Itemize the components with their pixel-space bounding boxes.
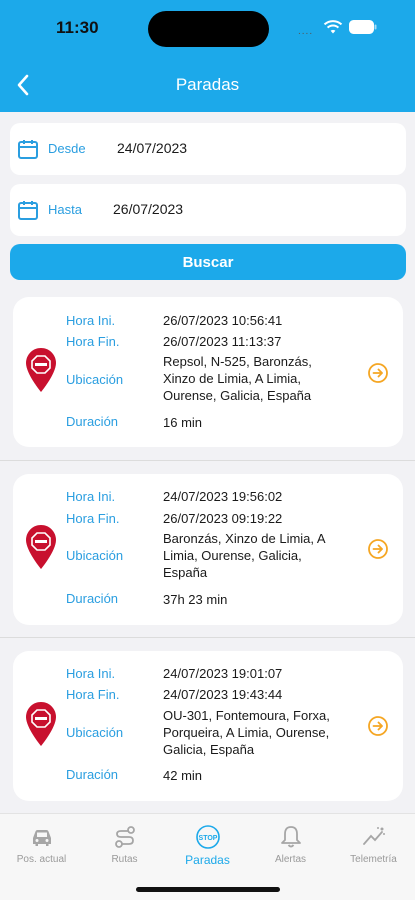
arrow-right-circle-icon[interactable] (367, 715, 389, 737)
tab-label: Rutas (111, 854, 138, 865)
duration-value: 42 min (163, 768, 203, 783)
duration-label: Duración (66, 414, 119, 429)
desde-value[interactable]: 24/07/2023 (117, 140, 187, 156)
end-time-label: Hora Fin. (66, 334, 120, 349)
start-time-value: 26/07/2023 10:56:41 (163, 313, 283, 328)
svg-text:STOP: STOP (199, 835, 218, 842)
start-time-label: Hora Ini. (66, 489, 116, 504)
end-time-value: 26/07/2023 09:19:22 (163, 511, 283, 526)
arrow-right-circle-icon[interactable] (367, 362, 389, 384)
location-label: Ubicación (66, 548, 124, 563)
tab-label: Alertas (274, 854, 307, 865)
hasta-value[interactable]: 26/07/2023 (113, 201, 183, 217)
tab-label: Paradas (185, 853, 230, 867)
route-icon (115, 826, 135, 848)
hasta-date-field[interactable]: Hasta 26/07/2023 (10, 184, 406, 236)
dynamic-island (148, 11, 269, 47)
duration-value: 37h 23 min (163, 592, 228, 607)
arrow-right-circle-icon[interactable] (367, 538, 389, 560)
end-time-value: 24/07/2023 19:43:44 (163, 687, 283, 702)
location-value: OU-301, Fontemoura, Forxa, Porqueira, A … (163, 708, 330, 757)
hasta-label: Hasta (48, 202, 82, 217)
duration-value: 16 min (163, 415, 203, 430)
tab-rutas[interactable]: Rutas (83, 820, 166, 870)
status-time: 11:30 (56, 18, 99, 37)
desde-label: Desde (48, 141, 86, 156)
end-time-value: 26/07/2023 11:13:37 (163, 334, 282, 349)
status-bar: 11:30 .... (0, 0, 415, 56)
tab-alertas[interactable]: Alertas (249, 820, 332, 870)
stop-pin-icon (26, 702, 56, 746)
signal-dots: .... (298, 26, 314, 37)
duration-label: Duración (66, 591, 119, 606)
stop-pin-icon (26, 348, 56, 392)
start-time-value: 24/07/2023 19:01:07 (163, 666, 283, 681)
telemetry-icon (363, 827, 385, 845)
battery-icon (349, 20, 377, 34)
calendar-icon (18, 140, 38, 159)
tab-paradas[interactable]: STOP Paradas (166, 820, 249, 870)
location-value: Repsol, N-525, Baronzás, Xinzo de Limia,… (163, 354, 312, 403)
divider (0, 637, 415, 638)
location-label: Ubicación (66, 725, 124, 740)
desde-date-field[interactable]: Desde 24/07/2023 (10, 123, 406, 175)
search-button[interactable]: Buscar (10, 244, 406, 280)
end-time-label: Hora Fin. (66, 687, 120, 702)
end-time-label: Hora Fin. (66, 511, 120, 526)
divider (0, 460, 415, 461)
tab-telemetria[interactable]: Telemetría (332, 820, 415, 870)
location-label: Ubicación (66, 372, 124, 387)
tab-label: Pos. actual (16, 854, 67, 865)
tab-label: Telemetría (350, 854, 397, 865)
start-time-label: Hora Ini. (66, 666, 116, 681)
home-indicator (136, 887, 280, 892)
app-header: 11:30 .... Paradas (0, 0, 415, 112)
stop-icon: STOP (196, 825, 220, 849)
car-icon (33, 830, 51, 846)
bell-icon (281, 826, 301, 848)
stop-card: Hora Ini. 26/07/2023 10:56:41 Hora Fin. … (13, 297, 403, 447)
stop-card: Hora Ini. 24/07/2023 19:01:07 Hora Fin. … (13, 651, 403, 801)
stop-card: Hora Ini. 24/07/2023 19:56:02 Hora Fin. … (13, 474, 403, 625)
start-time-label: Hora Ini. (66, 313, 116, 328)
page-title: Paradas (175, 75, 240, 94)
calendar-icon (18, 201, 38, 220)
start-time-value: 24/07/2023 19:56:02 (163, 489, 283, 504)
wifi-icon (323, 20, 343, 34)
tab-pos-actual[interactable]: Pos. actual (0, 820, 83, 870)
location-value: Baronzás, Xinzo de Limia, A Limia, Ouren… (163, 531, 326, 580)
stop-pin-icon (26, 525, 56, 569)
duration-label: Duración (66, 767, 119, 782)
